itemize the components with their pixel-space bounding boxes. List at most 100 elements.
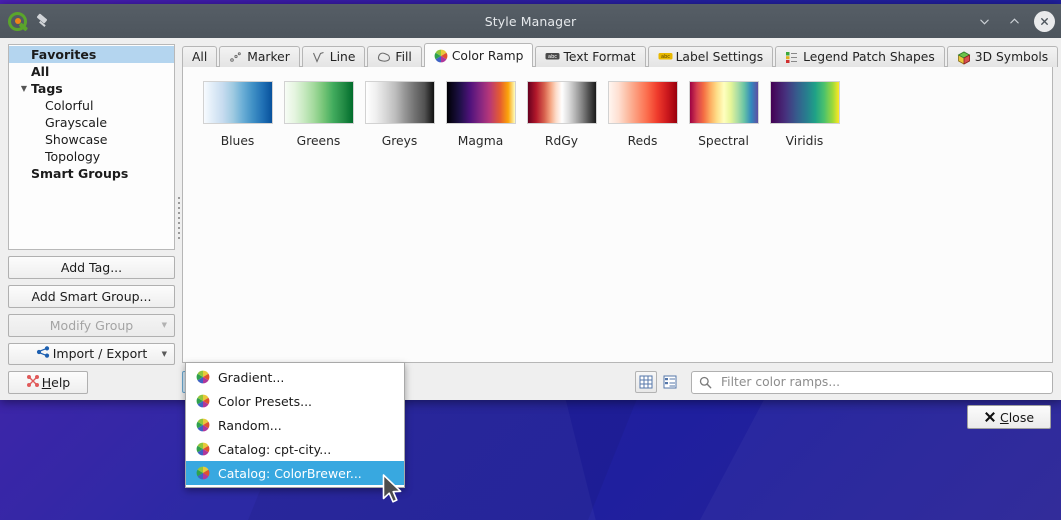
tree-item-showcase[interactable]: Showcase bbox=[9, 131, 174, 148]
tab-line[interactable]: Line bbox=[301, 46, 366, 67]
menu-item-color-presets[interactable]: Color Presets... bbox=[186, 389, 404, 413]
grid-view-icon bbox=[639, 375, 653, 389]
maximize-button[interactable] bbox=[1004, 11, 1025, 32]
close-dialog-button[interactable]: Close bbox=[967, 405, 1051, 429]
marker-icon bbox=[229, 51, 242, 64]
tree-item-favorites[interactable]: Favorites bbox=[9, 46, 174, 63]
list-view-button[interactable] bbox=[659, 371, 681, 393]
color-ramp-item[interactable]: Greys bbox=[359, 81, 440, 148]
tab-color-ramp[interactable]: Color Ramp bbox=[423, 43, 534, 67]
panel-splitter[interactable] bbox=[175, 38, 182, 400]
close-mnemonic: C bbox=[999, 409, 1009, 425]
tab-legend-patch-shapes[interactable]: Legend Patch Shapes bbox=[775, 46, 945, 67]
help-label-rest: elp bbox=[51, 375, 71, 391]
color-ramp-swatch[interactable] bbox=[445, 81, 516, 124]
color-ramp-name: Greys bbox=[381, 134, 418, 148]
close-x-icon bbox=[985, 412, 995, 422]
close-icon bbox=[1041, 17, 1048, 25]
fill-icon bbox=[377, 51, 391, 64]
tree-item-grayscale[interactable]: Grayscale bbox=[9, 114, 174, 131]
text-format-icon: abc bbox=[545, 51, 560, 64]
tab-label: Line bbox=[329, 50, 356, 64]
color-ramp-name: Greens bbox=[296, 134, 341, 148]
search-icon bbox=[699, 376, 712, 388]
pin-icon[interactable] bbox=[34, 12, 49, 29]
tab-text-format[interactable]: abc Text Format bbox=[535, 46, 646, 67]
import-export-label: Import / Export bbox=[52, 346, 148, 362]
import-export-button[interactable]: Import / Export ▼ bbox=[8, 342, 175, 366]
tab-label: Label Settings bbox=[675, 50, 764, 64]
tab-fill[interactable]: Fill bbox=[367, 46, 422, 67]
tab-all[interactable]: All bbox=[182, 46, 218, 67]
tree-item-topology[interactable]: Topology bbox=[9, 148, 174, 165]
tree-item-label: Topology bbox=[45, 149, 101, 164]
window-controls bbox=[974, 4, 1055, 38]
help-button[interactable]: Help bbox=[8, 371, 88, 395]
color-ramp-swatch[interactable] bbox=[607, 81, 678, 124]
chevron-down-icon[interactable]: ▼ bbox=[17, 80, 31, 97]
minimize-button[interactable] bbox=[974, 11, 995, 32]
color-ramp-swatch[interactable] bbox=[526, 81, 597, 124]
color-wheel-icon bbox=[196, 442, 210, 456]
tab-bar: All Marker Line Fill Color Ramp abc Text Forma… bbox=[182, 43, 1059, 67]
color-ramp-item[interactable]: Greens bbox=[278, 81, 359, 148]
menu-item-label: Catalog: ColorBrewer... bbox=[218, 465, 362, 481]
tab-label: Marker bbox=[247, 50, 290, 64]
color-ramp-list[interactable]: Blues Greens Greys Magma RdGy Reds Spectral Vir… bbox=[182, 66, 1053, 363]
tree-item-all[interactable]: All bbox=[9, 63, 174, 80]
color-ramp-swatch[interactable] bbox=[364, 81, 435, 124]
tag-tree[interactable]: Favorites All ▼ Tags Colorful Grayscale Showca… bbox=[8, 44, 175, 251]
desktop-background: Style Manager Favorites All ▼ Tags Colorful G… bbox=[0, 0, 1061, 520]
titlebar-left-icons bbox=[0, 11, 49, 31]
legend-patch-icon bbox=[785, 51, 798, 64]
close-button[interactable] bbox=[1034, 10, 1055, 32]
color-ramp-name: Magma bbox=[457, 134, 504, 148]
grid-view-button[interactable] bbox=[635, 371, 657, 393]
help-icon bbox=[26, 374, 40, 391]
window-titlebar[interactable]: Style Manager bbox=[0, 4, 1061, 38]
qgis-logo-icon bbox=[8, 11, 29, 31]
color-ramp-name: Reds bbox=[627, 134, 658, 148]
share-icon bbox=[36, 346, 50, 361]
help-mnemonic: H bbox=[41, 375, 52, 391]
add-tag-button[interactable]: Add Tag... bbox=[8, 256, 175, 280]
tree-item-smart-groups[interactable]: Smart Groups bbox=[9, 165, 174, 182]
3d-symbols-icon bbox=[957, 51, 971, 65]
svg-text:abc: abc bbox=[548, 54, 557, 60]
color-ramp-item[interactable]: RdGy bbox=[521, 81, 602, 148]
close-label-rest: lose bbox=[1008, 409, 1035, 425]
menu-item-random[interactable]: Random... bbox=[186, 413, 404, 437]
add-color-ramp-menu[interactable]: Gradient... Color Presets... Random... Cata… bbox=[185, 362, 405, 488]
menu-item-label: Catalog: cpt-city... bbox=[218, 441, 332, 457]
main-panel: All Marker Line Fill Color Ramp abc Text Forma… bbox=[182, 38, 1061, 400]
color-ramp-swatch[interactable] bbox=[688, 81, 759, 124]
chevron-down-icon: ▼ bbox=[161, 321, 167, 330]
svg-text:abc: abc bbox=[661, 54, 670, 60]
color-ramp-swatch[interactable] bbox=[202, 81, 273, 124]
color-ramp-swatch[interactable] bbox=[769, 81, 840, 124]
color-ramp-item[interactable]: Viridis bbox=[764, 81, 845, 148]
color-ramp-item[interactable]: Reds bbox=[602, 81, 683, 148]
tab-marker[interactable]: Marker bbox=[219, 46, 300, 67]
color-ramp-item[interactable]: Spectral bbox=[683, 81, 764, 148]
tree-item-colorful[interactable]: Colorful bbox=[9, 97, 174, 114]
color-ramp-grid: Blues Greens Greys Magma RdGy Reds Spectral Vir… bbox=[197, 81, 1052, 148]
filter-field-wrapper[interactable] bbox=[691, 370, 1053, 394]
tab-3d-symbols[interactable]: 3D Symbols bbox=[946, 46, 1059, 67]
add-smart-group-button[interactable]: Add Smart Group... bbox=[8, 285, 175, 308]
tree-item-label: Tags bbox=[31, 81, 63, 96]
color-ramp-item[interactable]: Magma bbox=[440, 81, 521, 148]
menu-item-catalog-cpt-city[interactable]: Catalog: cpt-city... bbox=[186, 437, 404, 461]
color-ramp-name: RdGy bbox=[544, 134, 579, 148]
color-ramp-item[interactable]: Blues bbox=[197, 81, 278, 148]
color-ramp-swatch[interactable] bbox=[283, 81, 354, 124]
color-wheel-icon bbox=[196, 466, 210, 480]
modify-group-button[interactable]: Modify Group ▼ bbox=[8, 313, 175, 337]
menu-item-gradient[interactable]: Gradient... bbox=[186, 365, 404, 389]
menu-item-catalog-colorbrewer[interactable]: Catalog: ColorBrewer... bbox=[186, 461, 404, 485]
tree-item-tags[interactable]: ▼ Tags bbox=[9, 80, 174, 97]
add-tag-label: Add Tag... bbox=[60, 260, 123, 276]
tab-label-settings[interactable]: abc Label Settings bbox=[647, 46, 774, 67]
menu-item-label: Color Presets... bbox=[218, 393, 313, 409]
filter-input[interactable] bbox=[719, 374, 1045, 390]
